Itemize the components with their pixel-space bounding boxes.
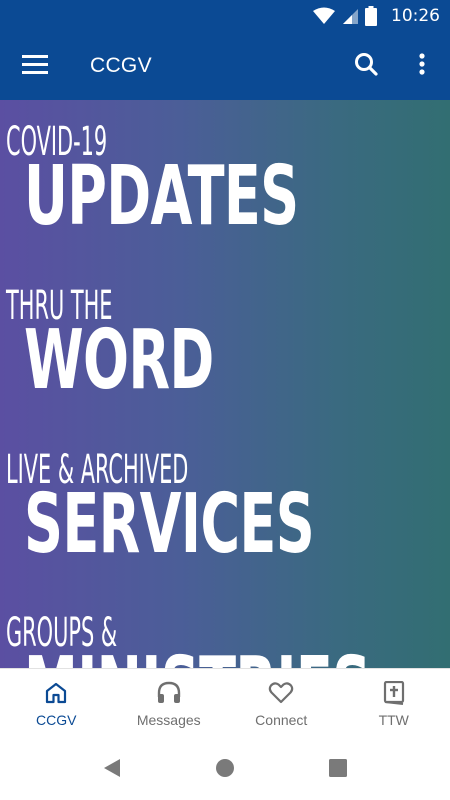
back-triangle-icon xyxy=(102,758,122,783)
hamburger-menu-icon xyxy=(22,54,48,79)
status-time: 10:26 xyxy=(391,6,440,26)
bible-icon xyxy=(383,680,405,712)
more-vertical-icon xyxy=(419,52,425,80)
headphones-icon xyxy=(156,681,182,712)
nav-item-connect[interactable]: Connect xyxy=(225,669,338,740)
wifi-icon xyxy=(313,7,335,25)
nav-item-ccgv[interactable]: CCGV xyxy=(0,669,113,740)
menu-button[interactable] xyxy=(0,32,70,100)
nav-item-label: Messages xyxy=(136,712,201,728)
search-icon xyxy=(354,52,378,81)
home-circle-icon xyxy=(215,758,235,783)
section-headline: SERVICES xyxy=(24,477,315,572)
recents-square-icon xyxy=(329,758,347,782)
overflow-menu-button[interactable] xyxy=(394,32,450,100)
section-headline: MINISTRIES xyxy=(24,647,371,669)
nav-item-label: CCGV xyxy=(36,712,77,728)
section-headline: UPDATES xyxy=(24,149,299,244)
heart-icon xyxy=(268,681,294,712)
back-button[interactable] xyxy=(56,740,169,800)
bottom-navigation: CCGV Messages Connect TTW xyxy=(0,668,450,740)
status-bar: 10:26 xyxy=(0,0,450,32)
home-button[interactable] xyxy=(169,740,282,800)
recents-button[interactable] xyxy=(282,740,395,800)
search-button[interactable] xyxy=(338,32,394,100)
home-icon xyxy=(44,681,68,712)
section-headline: WORD xyxy=(24,313,214,408)
nav-item-ttw[interactable]: TTW xyxy=(338,669,450,740)
nav-item-messages[interactable]: Messages xyxy=(113,669,226,740)
content-scroll-area[interactable]: COVID-19 UPDATES THRU THE WORD LIVE & AR… xyxy=(0,100,450,668)
battery-icon xyxy=(365,6,377,26)
system-navigation-bar xyxy=(0,740,450,800)
nav-item-label: TTW xyxy=(378,712,409,728)
app-bar: CCGV xyxy=(0,32,450,100)
cellular-signal-icon xyxy=(341,7,359,25)
app-title: CCGV xyxy=(90,54,152,77)
nav-item-label: Connect xyxy=(255,712,308,728)
